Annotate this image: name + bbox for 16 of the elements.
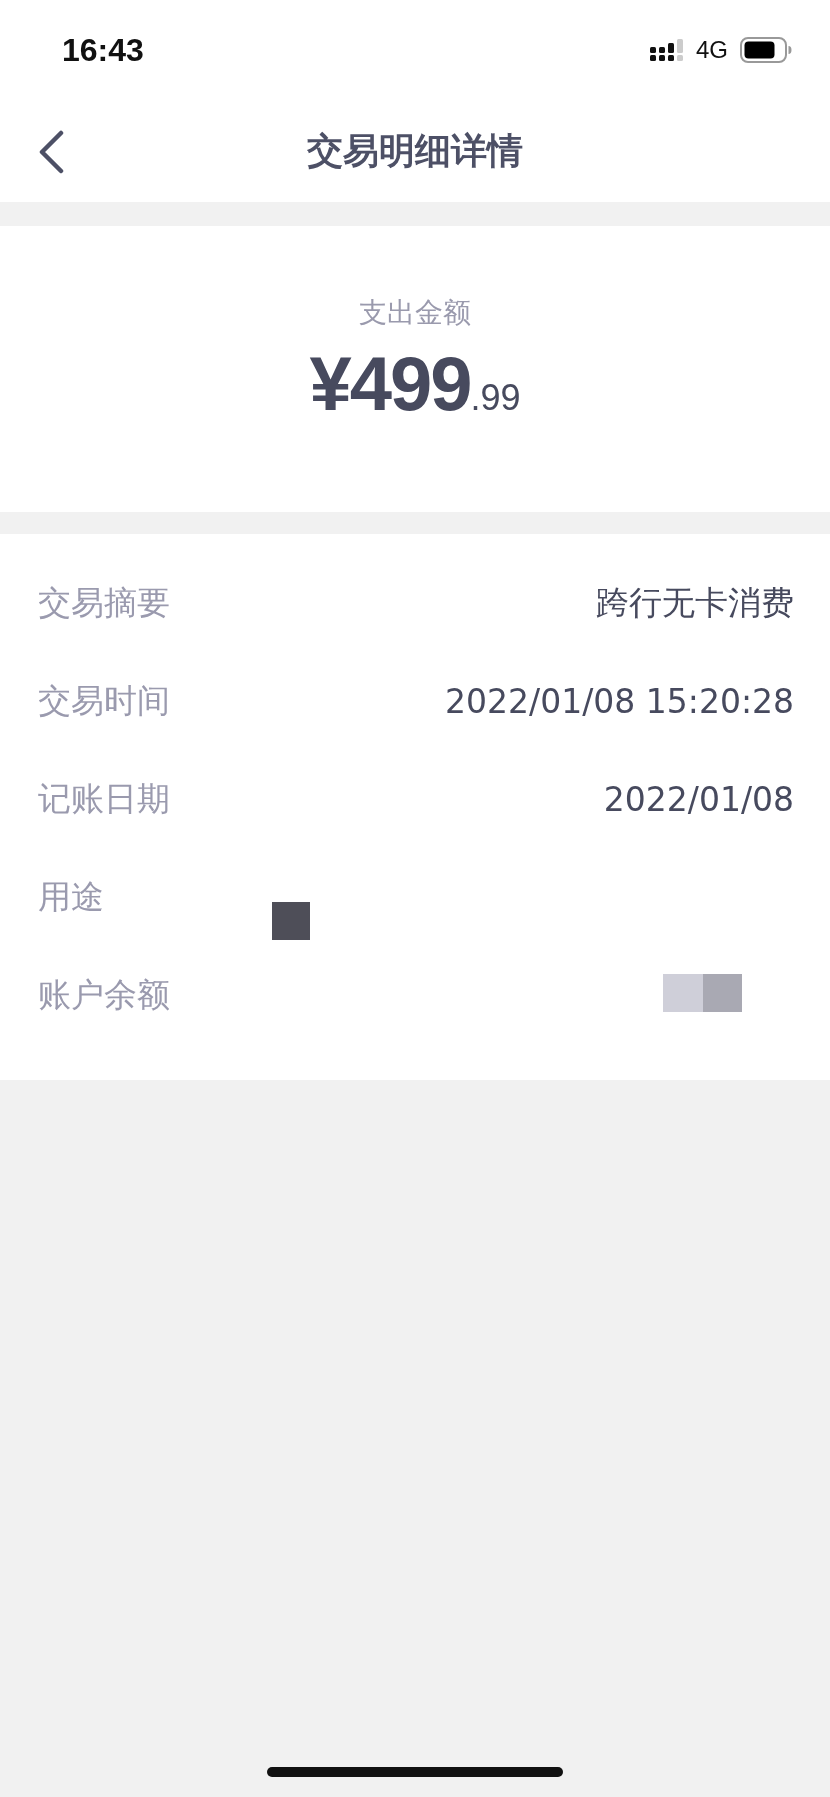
amount-label: 支出金额 (359, 295, 471, 331)
battery-icon (740, 37, 792, 63)
detail-label: 账户余额 (38, 973, 170, 1016)
clock-time: 16:43 (62, 31, 144, 69)
page-title: 交易明细详情 (307, 128, 523, 173)
amount-value: ¥499.99 (309, 340, 521, 427)
back-icon[interactable] (38, 130, 64, 174)
network-label: 4G (696, 36, 728, 64)
detail-label: 交易摘要 (38, 581, 170, 624)
signal-icon (650, 39, 684, 61)
detail-label: 记账日期 (38, 777, 170, 820)
detail-value: 2022/01/08 (603, 779, 794, 819)
detail-value: 跨行无卡消费 (596, 581, 794, 624)
detail-label: 用途 (38, 875, 104, 918)
detail-label: 交易时间 (38, 679, 170, 722)
detail-value: 2022/01/08 15:20:28 (445, 681, 794, 721)
